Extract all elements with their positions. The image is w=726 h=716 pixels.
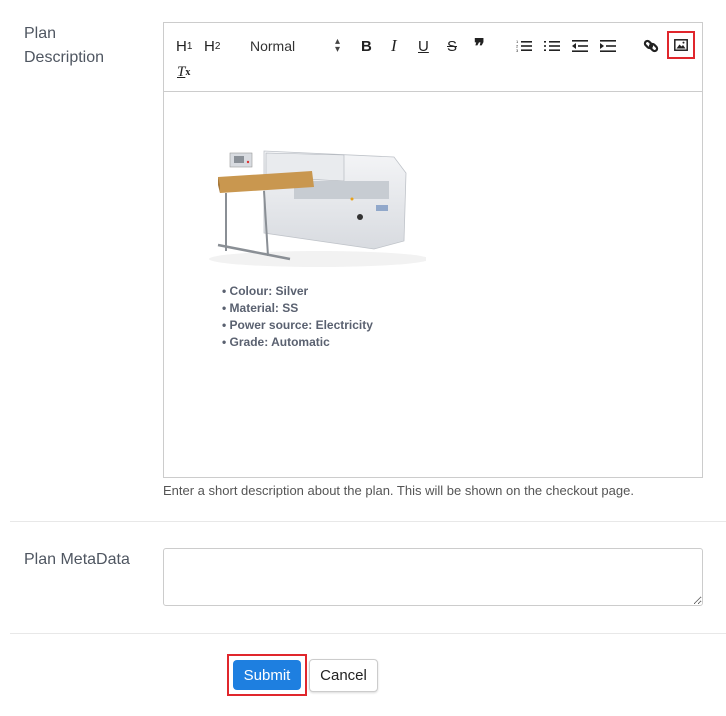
product-image [204, 141, 429, 271]
description-help-text: Enter a short description about the plan… [163, 483, 634, 498]
strike-button[interactable]: S [447, 35, 457, 57]
plan-description-label: Plan Description [24, 25, 105, 66]
bullet-list-icon[interactable] [544, 35, 560, 57]
submit-highlight: Submit [227, 654, 307, 696]
clear-format-button[interactable]: Tx [177, 61, 190, 83]
h2-text: H [204, 37, 215, 55]
h1-sub: 1 [186, 40, 193, 52]
submit-button[interactable]: Submit [233, 660, 301, 690]
divider [10, 633, 726, 634]
ordered-list-icon[interactable]: 123 [516, 35, 532, 57]
rich-text-editor: H1 H2 Normal ▴ ▾ B I U S ❞ 123 Tx • Colo… [163, 22, 703, 478]
spec-item: Power source: Electricity [222, 317, 373, 334]
plan-metadata-label: Plan MetaData [24, 551, 130, 568]
clear-format-icon: T [177, 63, 186, 80]
heading-2-button[interactable]: H2 [204, 35, 220, 57]
cancel-button[interactable]: Cancel [309, 659, 378, 692]
divider [10, 521, 726, 522]
format-selected: Normal [250, 38, 296, 54]
underline-button[interactable]: U [418, 35, 429, 57]
heading-1-button[interactable]: H1 [176, 35, 192, 57]
bold-button[interactable]: B [361, 35, 372, 57]
select-arrows-icon: ▴ ▾ [334, 36, 340, 55]
outdent-icon[interactable] [572, 35, 588, 57]
spec-item: Material: SS [222, 300, 373, 317]
image-icon [674, 39, 688, 51]
link-icon[interactable] [643, 35, 659, 57]
spec-item: Grade: Automatic [222, 334, 373, 351]
spec-list: Colour: Silver Material: SS Power source… [222, 283, 373, 351]
blockquote-button[interactable]: ❞ [474, 35, 485, 58]
h2-sub: 2 [214, 40, 221, 52]
italic-button[interactable]: I [391, 35, 397, 57]
h1-text: H [176, 37, 187, 55]
spec-item: Colour: Silver [222, 283, 373, 300]
editor-content[interactable]: Colour: Silver Material: SS Power source… [164, 93, 702, 478]
indent-icon[interactable] [600, 35, 616, 57]
image-button[interactable] [667, 31, 695, 59]
plan-metadata-input[interactable] [163, 548, 703, 606]
svg-text:3: 3 [516, 48, 519, 53]
clear-format-x: x [185, 66, 191, 78]
editor-toolbar: H1 H2 Normal ▴ ▾ B I U S ❞ 123 Tx [164, 23, 702, 92]
format-select[interactable]: Normal ▴ ▾ [250, 35, 340, 57]
